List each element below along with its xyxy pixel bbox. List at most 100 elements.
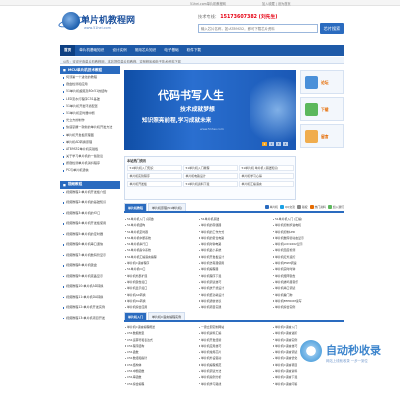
sidebar-section-title: MCU单片机技术教程 (60, 66, 120, 74)
sidebar-video-link[interactable]: 视频教程4:单片机开发板使用 (60, 220, 120, 231)
article-link[interactable]: 单片机学习路线 (198, 381, 270, 387)
nav-common-chips[interactable]: 常用芯片知识 (131, 45, 161, 56)
panel-link-label: QQ交流 (284, 205, 295, 209)
left-sidebar: MCU单片机技术教程 何须第一个进化的教程 键盘检测和应用 51单片机超频及80… (60, 66, 120, 400)
qq-icon (279, 205, 284, 209)
nav-software-download[interactable]: 软件下载 (183, 45, 205, 56)
hotline: 技术专线： 15173607382 (刘先生) (198, 13, 277, 20)
chip-icon (264, 205, 269, 209)
quick-link-label: 留言 (321, 134, 329, 139)
article-link[interactable]: C51综合编程 (124, 381, 196, 387)
favorites-links[interactable]: 加入收藏 | 设为首页 (262, 1, 291, 6)
sidebar-link[interactable]: 51单片机定时器中断 (60, 110, 120, 117)
panel-link-copyright[interactable]: 版权 (296, 205, 308, 209)
banner-pager: 1 2 3 4 (262, 142, 288, 146)
sidebar-video-link[interactable]: 视频教程10:单片机AD转换 (60, 283, 120, 294)
hot-news-item[interactable]: 51单片机 单片机 (基础知识) (239, 165, 294, 171)
quick-link-forum[interactable]: 论坛 (300, 70, 344, 94)
site-tagline: 51hei.com单片机教程网 (190, 2, 226, 6)
panel-link-label: 版权 (301, 205, 308, 209)
quick-links: 论坛 下载 留言 (300, 70, 344, 150)
chip-search-button[interactable]: 芯片搜索 (320, 23, 344, 34)
sidebar-link[interactable]: 光立方的制作 (60, 117, 120, 124)
tab-mcu-tutorial[interactable]: 单片机教程 (124, 203, 148, 211)
tab-c-examples[interactable]: 单片机C语言编程实例 (148, 312, 186, 320)
logo-globe-icon[interactable] (62, 12, 80, 30)
article-link[interactable]: 单片机项目实践 (198, 304, 270, 310)
hot-news-item[interactable]: 51单片机资料下载 (183, 181, 238, 187)
panel-link-join[interactable]: 加入我们 (327, 205, 344, 209)
nav-electronics-basics[interactable]: 电子基础 (160, 45, 182, 56)
sidebar-link[interactable]: 单片机AD转换原理 (60, 139, 120, 146)
sidebar-link[interactable]: LED流水灯程序C51基础 (60, 96, 120, 103)
quick-link-label: 下载 (321, 107, 329, 112)
nav-design-examples[interactable]: 设计实例 (108, 45, 130, 56)
sidebar-link[interactable]: 51单片机超频及80c51的结构 (60, 88, 120, 95)
panel-link-qq[interactable]: QQ交流 (279, 205, 295, 209)
hot-news-item[interactable]: 单片机开发板 (127, 181, 182, 187)
sidebar-link[interactable]: 关于学习单片机的一些建议 (60, 153, 120, 160)
panel-link-label: 单片机 (269, 205, 278, 209)
sidebar-link[interactable]: 单片机开发板原理图 (60, 132, 120, 139)
sidebar-video-link[interactable]: 视频教程5:单片机的定时器 (60, 231, 120, 242)
sidebar-video-link[interactable]: 视频教程7:单片机数码管显示 (60, 252, 120, 263)
hot-news-item[interactable]: 单片机学习心得 (239, 173, 294, 179)
hot-news-item[interactable]: 单片机汇编语言 (239, 181, 294, 187)
sidebar-link[interactable]: 按键检测单片机消抖程序 (60, 160, 120, 167)
chip-search-input[interactable] (198, 24, 318, 33)
fire-icon (309, 205, 314, 209)
quick-link-label: 论坛 (321, 80, 329, 85)
sidebar-link[interactable]: PC与单片机通信 (60, 167, 120, 174)
panel-link-mcu[interactable]: 单片机 (264, 205, 278, 209)
watermark-text: 自动秒收录 (326, 344, 381, 357)
top-utility-bar: 51hei.com单片机教程网 加入收藏 | 设为首页 (0, 0, 400, 6)
nav-mcu-basics[interactable]: 单片机基础知识 (75, 45, 108, 56)
sidebar-video-link[interactable]: 视频教程3:单片机的IO口 (60, 210, 120, 221)
article-link[interactable]: 单片机综合应用 (124, 304, 196, 310)
sidebar-video-link[interactable]: 视频教程12:单片机开发实例 (60, 304, 120, 315)
notice-bar: 公告：欢迎光临单片机教程网，本站提供单片机教程、实例程序和电子技术资料下载 (60, 57, 344, 64)
banner-page-button[interactable]: 1 (262, 142, 267, 146)
article-link[interactable]: 单片机C语言问答 (272, 381, 344, 387)
sidebar-link[interactable]: AT89S52单片机实验板 (60, 146, 120, 153)
panel-link-hot[interactable]: 热门资料 (309, 205, 326, 209)
sidebar-video-link[interactable]: 视频教程13:单片机项目开发 (60, 315, 120, 326)
panel-tab-bar: 单片机教程 单片机原理(51单片机) 单片机 QQ交流 版权 热门资料 加入我们 (124, 203, 344, 213)
sidebar-video-link[interactable]: 视频教程2:单片机的基础知识 (60, 199, 120, 210)
hot-news-item[interactable]: 51单片机入门教程 (183, 165, 238, 171)
article-column-2: 51单片机基础 单片机的存储器 单片机的工作方式 单片机的复位电路 单片机时钟电… (198, 216, 270, 310)
tab-mcu-intro[interactable]: 单片机入门 (124, 312, 148, 320)
sidebar-link[interactable]: 何须第一个进化的教程 (60, 74, 120, 81)
banner-page-button[interactable]: 3 (276, 142, 281, 146)
banner-page-button[interactable]: 4 (283, 142, 288, 146)
sidebar-link[interactable]: 51单片机开发环境配置 (60, 103, 120, 110)
quick-link-download[interactable]: 下载 (300, 97, 344, 121)
article-link[interactable]: 单片机综合实例 (272, 304, 344, 310)
sidebar-video-link[interactable]: 视频教程6:单片机串口通信 (60, 241, 120, 252)
banner-subtitle: 技术成就梦想 (180, 107, 215, 113)
quick-link-message[interactable]: 留言 (300, 124, 344, 148)
article-column-1: 51单片机入门 (基础) 51单片机结构 51单片机定时器 51单片机中断系统 … (124, 216, 196, 310)
hot-news-title: 本站热门资讯 (127, 159, 147, 163)
nav-home[interactable]: 首页 (60, 45, 76, 56)
sidebar-link[interactable]: 快速掌握一款新的单片机开发方法 (60, 124, 120, 131)
sidebar-video-link[interactable]: 视频教程9:单片机液晶显示 (60, 273, 120, 284)
sidebar-video-link[interactable]: 视频教程1:单片机开发板介绍 (60, 189, 120, 200)
sidebar-link[interactable]: 键盘检测和应用 (60, 81, 120, 88)
hot-news-item[interactable]: 51单片机入门知识 (127, 165, 182, 171)
hot-news-item[interactable]: 单片机电路设计 (183, 173, 238, 179)
banner-light-decoration (250, 70, 296, 150)
panel-link-label: 热门资料 (314, 205, 326, 209)
site-logo-title[interactable]: 单片机教程网 (81, 13, 135, 26)
user-add-icon (327, 205, 332, 209)
article-column-3: 51单片机入门 (汇编) 单片机控制步进电机 单片机控制LED 单片机数码管动态… (272, 216, 344, 310)
banner-title: 代码书写人生 (158, 89, 224, 102)
hot-news-box: 本站热门资讯 51单片机入门知识 51单片机入门教程 51单片机 单片机 (基础… (124, 156, 296, 200)
watermark: 自动秒收录 网站上线就收录 一步一到位 (300, 338, 400, 374)
sidebar-video-link[interactable]: 视频教程11:单片机DA转换 (60, 294, 120, 305)
tab-mcu-principle[interactable]: 单片机原理(51单片机) (148, 203, 187, 211)
banner-page-button[interactable]: 2 (269, 142, 274, 146)
hot-news-item[interactable]: 单片机实验程序 (127, 173, 182, 179)
watermark-logo-icon (300, 340, 322, 362)
sidebar-video-link[interactable]: 视频教程8:单片机键盘 (60, 262, 120, 273)
